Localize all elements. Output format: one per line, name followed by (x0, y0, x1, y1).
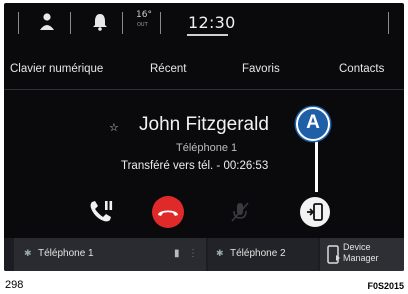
page-number: 298 (5, 279, 24, 291)
device-manager-label: Device Manager (343, 242, 379, 263)
call-transfer-icon[interactable] (83, 194, 119, 230)
phone-tabs: Clavier numérique Récent Favoris Contact… (4, 57, 404, 90)
status-divider (388, 12, 389, 34)
status-divider (122, 12, 123, 34)
device-manager-icon (327, 245, 340, 264)
phone2-label: Téléphone 2 (230, 248, 286, 259)
phone-label: Téléphone 1 (176, 142, 238, 154)
infotainment-screen: 16° OUT 12:30 Clavier numérique Récent F… (4, 3, 404, 271)
hang-up-icon[interactable] (150, 194, 186, 230)
battery-icon: ▮ (174, 248, 180, 259)
callout-marker: A (296, 107, 330, 141)
status-divider (160, 12, 161, 34)
phone2-tab[interactable]: ✱ Téléphone 2 (208, 238, 318, 271)
transfer-to-phone-icon[interactable] (297, 194, 333, 230)
signal-icon: ⋮ (188, 248, 198, 259)
callout-pointer (315, 140, 318, 192)
user-icon[interactable] (37, 11, 57, 33)
bottom-bar: ✱ Téléphone 1 ▮ ⋮ ✱ Téléphone 2 Device M… (4, 238, 404, 271)
status-bar: 16° OUT 12:30 (4, 3, 404, 43)
status-divider (70, 12, 71, 34)
outside-temperature: 16° (136, 10, 152, 20)
bluetooth-icon: ✱ (24, 248, 32, 258)
clock[interactable]: 12:30 (188, 13, 236, 32)
clock-underline (187, 34, 228, 36)
callout-letter: A (306, 112, 320, 133)
favorite-star-icon[interactable]: ☆ (109, 121, 119, 134)
bell-icon[interactable] (90, 11, 110, 33)
call-status: Transféré vers tél. - 00:26:53 (121, 160, 269, 172)
tab-keypad[interactable]: Clavier numérique (10, 63, 103, 75)
figure-code: F0S2015 (367, 281, 404, 291)
phone1-tab[interactable]: ✱ Téléphone 1 ▮ ⋮ (14, 238, 206, 271)
status-divider (18, 12, 19, 34)
tab-favorites[interactable]: Favoris (242, 63, 280, 75)
phone1-label: Téléphone 1 (38, 248, 94, 259)
mute-icon[interactable] (222, 194, 258, 230)
temperature-label: OUT (137, 22, 148, 28)
tab-recent[interactable]: Récent (150, 63, 186, 75)
bluetooth-icon: ✱ (216, 248, 224, 258)
tab-contacts[interactable]: Contacts (339, 63, 384, 75)
contact-name: John Fitzgerald (139, 114, 269, 135)
